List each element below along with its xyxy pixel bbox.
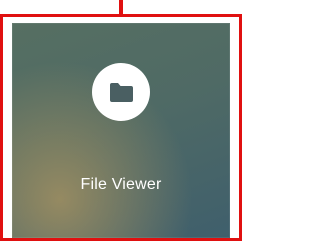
folder-icon — [110, 83, 133, 102]
file-viewer-tile[interactable]: File Viewer — [12, 23, 230, 238]
tile-label: File Viewer — [80, 176, 162, 193]
app-icon-circle — [92, 63, 150, 121]
